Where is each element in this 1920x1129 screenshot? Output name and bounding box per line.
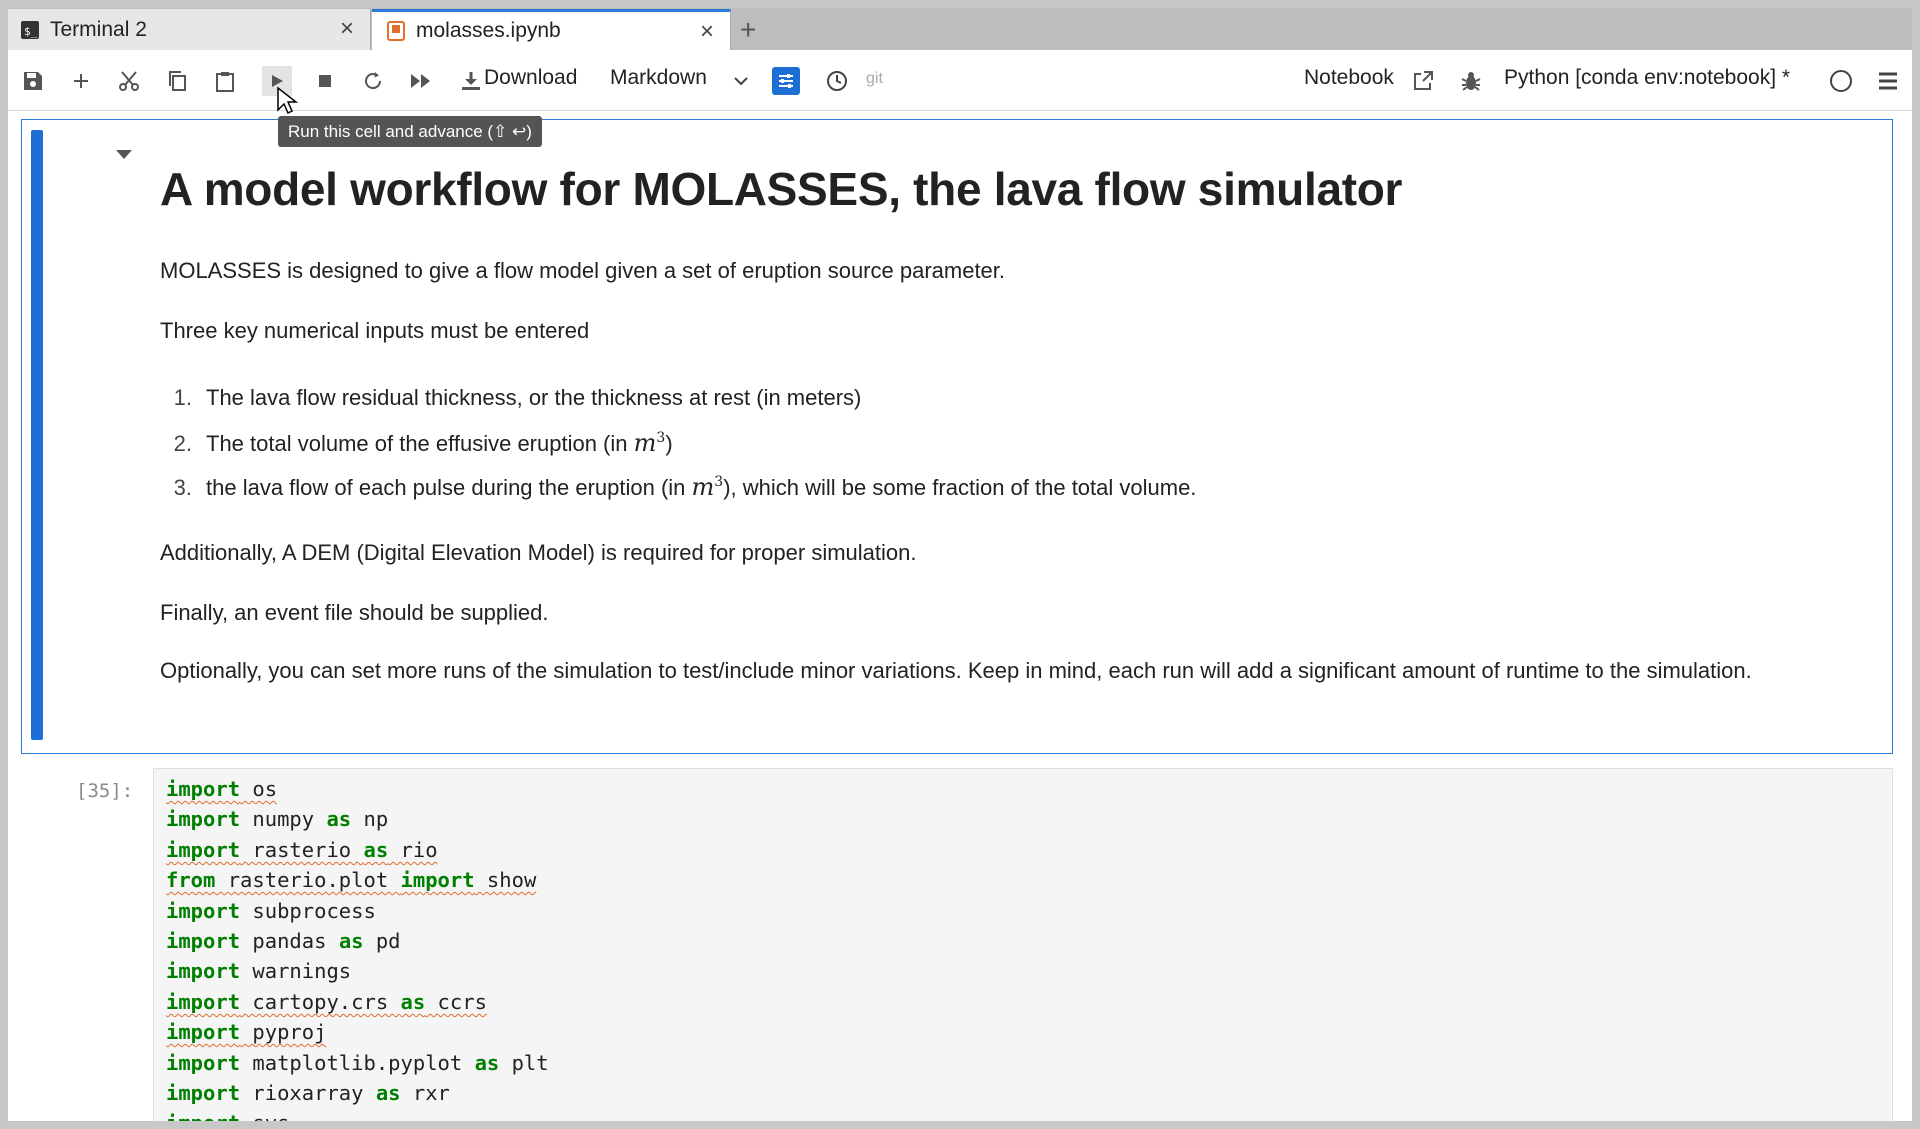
code-editor[interactable]: import os import numpy as np import raster… [153, 768, 1893, 1121]
kernel-status-icon [1828, 68, 1854, 94]
intro-paragraph: MOLASSES is designed to give a flow mode… [160, 258, 1006, 283]
run-all-icon[interactable] [408, 68, 434, 94]
git-label[interactable]: git [866, 70, 883, 88]
run-tooltip: Run this cell and advance (⇧ ↩) [278, 116, 542, 147]
svg-text:$_: $_ [24, 25, 38, 38]
external-link-icon[interactable] [1410, 68, 1436, 94]
active-cell-indicator[interactable] [31, 130, 43, 740]
collapse-heading-icon[interactable] [116, 150, 132, 159]
code-line: import rioxarray as rxr [166, 1081, 450, 1105]
download-button[interactable]: Download [484, 66, 577, 90]
tab-molasses-notebook[interactable]: molasses.ipynb × [372, 9, 731, 50]
close-tab-icon[interactable]: × [340, 17, 354, 41]
code-line: import pandas as pd [166, 929, 401, 953]
notebook-icon [386, 21, 406, 41]
notebook-window: $_ Terminal 2 × molasses.ipynb × + Downl… [8, 8, 1912, 1121]
stop-icon[interactable] [312, 68, 338, 94]
execution-count: [35]: [76, 780, 134, 802]
restart-icon[interactable] [360, 68, 386, 94]
save-icon[interactable] [20, 68, 46, 94]
code-line: import pyproj [166, 1020, 327, 1045]
tab-terminal-2[interactable]: $_ Terminal 2 × [8, 9, 371, 50]
mouse-cursor-icon [277, 86, 298, 115]
dem-paragraph: Additionally, A DEM (Digital Elevation M… [160, 540, 917, 565]
math-m-cubed: m3 [691, 473, 724, 501]
cut-icon[interactable] [116, 68, 142, 94]
code-line: import matplotlib.pyplot as plt [166, 1050, 549, 1075]
kernel-name[interactable]: Python [conda env:notebook] * [1504, 66, 1790, 90]
paste-icon[interactable] [212, 68, 238, 94]
notebook-heading: A model workflow for MOLASSES, the lava … [160, 163, 1403, 215]
add-cell-icon[interactable] [68, 68, 94, 94]
clock-icon[interactable] [824, 68, 850, 94]
code-line: import rasterio as rio [166, 837, 438, 862]
cell-type-select[interactable]: Markdown [610, 66, 707, 90]
code-line: import cartopy.crs as ccrs [166, 989, 487, 1014]
close-tab-icon[interactable]: × [700, 20, 714, 44]
download-icon[interactable] [458, 68, 484, 94]
list-item: 2. The total volume of the effusive erupt… [173, 429, 673, 457]
menu-icon[interactable] [1875, 68, 1901, 94]
code-line: from rasterio.plot import show [166, 868, 537, 893]
code-line: import os [166, 777, 278, 801]
code-line: import subprocess [166, 898, 376, 923]
new-tab-button[interactable]: + [740, 14, 756, 46]
event-paragraph: Finally, an event file should be supplie… [160, 600, 549, 625]
open-notebook-button[interactable]: Notebook [1304, 66, 1394, 90]
tab-bar: $_ Terminal 2 × molasses.ipynb × + [8, 8, 1912, 50]
property-inspector-icon[interactable] [772, 67, 800, 95]
math-m-cubed: m3 [633, 429, 666, 457]
optional-paragraph: Optionally, you can set more runs of the… [160, 658, 1752, 683]
code-line: import numpy as np [166, 807, 389, 832]
key-inputs-paragraph: Three key numerical inputs must be enter… [160, 318, 590, 343]
debugger-bug-icon[interactable] [1458, 68, 1484, 94]
markdown-cell[interactable]: A model workflow for MOLASSES, the lava … [21, 119, 1893, 754]
tab-label: Terminal 2 [50, 17, 147, 41]
list-item: 3. the lava flow of each pulse during the… [173, 473, 1197, 501]
terminal-icon: $_ [20, 20, 40, 40]
tab-label: molasses.ipynb [416, 19, 561, 42]
code-line: import sys [166, 1111, 289, 1121]
list-item: 1. The lava flow residual thickness, or t… [173, 385, 862, 410]
code-line: import warnings [166, 959, 352, 984]
copy-icon[interactable] [164, 68, 190, 94]
chevron-down-icon[interactable] [728, 68, 754, 94]
